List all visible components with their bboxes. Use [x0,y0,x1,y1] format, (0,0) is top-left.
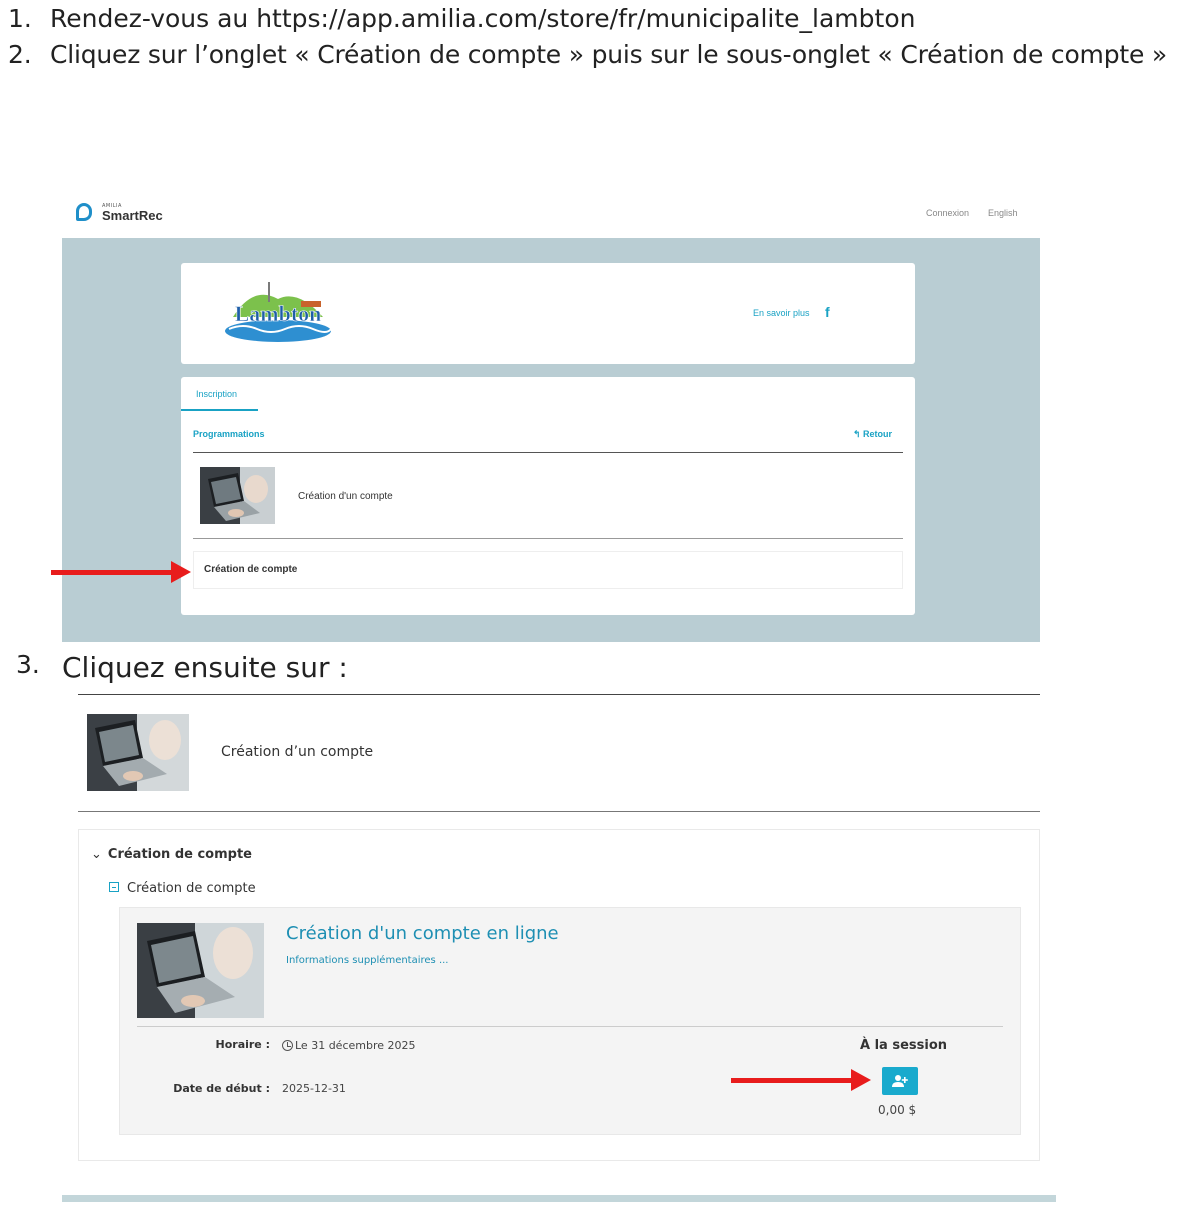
step-2-text: Cliquez sur l’onglet « Création de compt… [50,40,1167,69]
more-info-link[interactable]: Informations supplémentaires ... [286,955,448,966]
step-1-number: 1. [8,4,32,33]
add-participant-button[interactable] [882,1067,918,1095]
facebook-icon[interactable]: f [825,304,830,320]
accordion-title: Création de compte [107,847,252,862]
program-title[interactable]: Création d'un compte [298,491,393,502]
category-accordion: ⌄ Création de compte Création de compte C… [78,829,1040,1161]
top-navigation-bar: AMILIA SmartRec Connexion English [62,190,1040,238]
subcategory-label: Création de compte [127,881,256,896]
divider [193,452,903,453]
bottom-bar [62,1195,1056,1202]
step-2: 2. Cliquez sur l’onglet « Création de com… [8,40,1167,69]
red-arrow-icon [731,1069,871,1091]
tab-inscription-label: Inscription [196,389,238,399]
language-link[interactable]: English [988,208,1018,218]
accordion-header[interactable]: ⌄ Création de compte [91,847,252,862]
laptop-photo-thumbnail [137,923,264,1018]
tab-inscription[interactable]: Inscription [181,377,258,411]
session-label: À la session [860,1038,948,1053]
lambton-logo-text: Lambton [235,301,322,326]
clock-icon [282,1040,293,1051]
laptop-photo-thumbnail [87,714,189,791]
step-3-text: Cliquez ensuite sur : [62,651,348,684]
program-title[interactable]: Création d’un compte [221,744,373,760]
schedule-text: Le 31 décembre 2025 [295,1039,416,1052]
red-arrow-icon [51,561,191,583]
subcategory-toggle[interactable]: Création de compte [109,881,256,896]
divider [137,1026,1003,1027]
step-2-number: 2. [8,40,32,69]
brand-logo-text[interactable]: SmartRec [102,208,163,223]
activity-card: Création d'un compte en ligne Informatio… [119,907,1021,1135]
login-link[interactable]: Connexion [926,208,969,218]
laptop-photo-thumbnail [200,467,275,524]
price-value: 0,00 $ [878,1103,917,1117]
programs-card: Inscription Programmations ↰ Retour Créa… [181,377,915,615]
step-1: 1. Rendez-vous au https://app.amilia.com/… [8,4,915,33]
activity-title-link[interactable]: Création d'un compte en ligne [286,923,559,944]
start-date-label: Date de début : [173,1082,270,1095]
user-plus-icon [892,1075,908,1087]
step-3-number: 3. [16,650,40,679]
smartrec-logo-icon [76,203,92,221]
back-link[interactable]: ↰ Retour [853,429,892,440]
schedule-label: Horaire : [215,1038,271,1051]
divider [78,811,1040,812]
subcategory-label: Création de compte [204,564,298,575]
divider [193,538,903,539]
lambton-logo-icon: Lambton [225,282,332,342]
start-date-value: 2025-12-31 [282,1082,346,1095]
store-screenshot: AMILIA SmartRec Connexion English Lambto… [62,190,1040,642]
organization-header-card: Lambton En savoir plus f [181,263,915,364]
chevron-down-icon: ⌄ [91,847,102,862]
collapse-icon [109,882,119,892]
subcategory-row[interactable]: Création de compte [193,551,903,589]
schedule-value: Le 31 décembre 2025 [282,1038,416,1052]
learn-more-link[interactable]: En savoir plus [753,308,810,318]
step-1-text: Rendez-vous au https://app.amilia.com/st… [50,4,916,33]
divider [78,694,1040,695]
programs-breadcrumb[interactable]: Programmations [193,429,265,439]
